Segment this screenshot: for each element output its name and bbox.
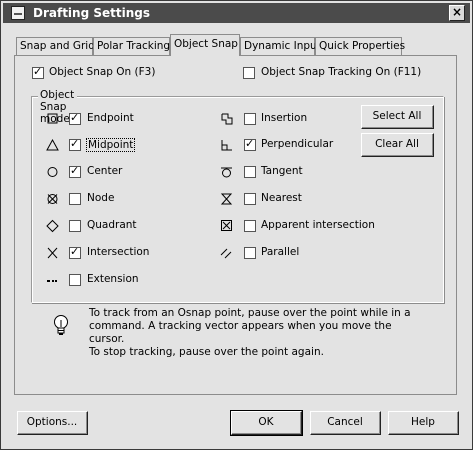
extension-label: Extension <box>87 273 139 285</box>
apparent-intersection-label: Apparent intersection <box>261 219 375 231</box>
midpoint-triangle-icon <box>46 138 59 151</box>
extension-checkbox[interactable] <box>69 274 81 286</box>
tab-object-snap[interactable]: Object Snap <box>170 34 240 56</box>
tab-dynamic-input[interactable]: Dynamic Input <box>240 37 321 55</box>
intersection-label: Intersection <box>87 246 150 258</box>
tracking-info-text: To track from an Osnap point, pause over… <box>89 307 429 359</box>
info-line-1: To track from an Osnap point, pause over… <box>89 307 411 319</box>
close-icon[interactable]: × <box>449 5 465 21</box>
quadrant-checkbox[interactable] <box>69 220 81 232</box>
tab-quick-properties[interactable]: Quick Properties <box>315 37 405 55</box>
tangent-checkbox[interactable] <box>244 166 256 178</box>
app-icon <box>11 6 25 20</box>
tab-polar-tracking[interactable]: Polar Tracking <box>93 37 170 55</box>
cancel-button[interactable]: Cancel <box>310 411 381 435</box>
perpendicular-icon <box>221 140 232 151</box>
endpoint-label: Endpoint <box>87 112 134 124</box>
insertion-checkbox[interactable] <box>244 113 256 125</box>
tangent-label: Tangent <box>261 165 303 177</box>
tangent-icon <box>221 167 232 178</box>
window-title: Drafting Settings <box>33 6 150 20</box>
intersection-checkbox[interactable] <box>69 245 81 259</box>
nearest-label: Nearest <box>261 192 302 204</box>
quadrant-diamond-icon <box>46 219 59 233</box>
center-circle-icon <box>47 167 58 177</box>
endpoint-checkbox[interactable] <box>69 111 81 125</box>
parallel-label: Parallel <box>261 246 300 258</box>
apparent-intersection-icon <box>221 220 232 231</box>
center-checkbox[interactable] <box>69 164 81 178</box>
info-line-3: To stop tracking, pause over the point a… <box>89 346 324 358</box>
center-label: Center <box>87 165 123 177</box>
object-snap-tracking-checkbox[interactable] <box>243 67 255 79</box>
ok-button[interactable]: OK <box>230 410 303 436</box>
perpendicular-label: Perpendicular <box>261 138 334 150</box>
apparent-intersection-checkbox[interactable] <box>244 220 256 232</box>
insertion-icon <box>221 113 233 125</box>
object-snap-on-checkbox[interactable] <box>32 65 44 79</box>
quadrant-label: Quadrant <box>87 219 137 231</box>
help-button[interactable]: Help <box>388 411 459 435</box>
perpendicular-checkbox[interactable] <box>244 137 256 151</box>
node-checkbox[interactable] <box>69 193 81 205</box>
select-all-button[interactable]: Select All <box>361 105 434 129</box>
info-line-2: command. A tracking vector appears when … <box>89 320 392 345</box>
title-bar: Drafting Settings × <box>3 3 470 23</box>
drafting-settings-dialog: Drafting Settings × Snap and Grid Polar … <box>0 0 473 450</box>
parallel-icon <box>220 248 232 259</box>
node-icon <box>47 194 58 204</box>
parallel-checkbox[interactable] <box>244 247 256 259</box>
midpoint-checkbox[interactable] <box>69 137 81 151</box>
object-snap-tracking-label: Object Snap Tracking On (F11) <box>261 66 422 78</box>
options-button[interactable]: Options... <box>17 411 88 435</box>
midpoint-label: Midpoint <box>86 138 136 152</box>
tab-snap-and-grid[interactable]: Snap and Grid <box>16 37 95 55</box>
intersection-x-icon <box>47 247 58 259</box>
object-snap-on-label: Object Snap On (F3) <box>49 66 156 78</box>
clear-all-button[interactable]: Clear All <box>361 133 434 157</box>
nearest-hourglass-icon <box>220 193 233 205</box>
endpoint-square-icon <box>47 113 58 124</box>
extension-dots-icon <box>47 280 57 282</box>
lightbulb-icon <box>54 315 68 335</box>
nearest-checkbox[interactable] <box>244 193 256 205</box>
insertion-label: Insertion <box>261 112 308 124</box>
node-label: Node <box>87 192 115 204</box>
